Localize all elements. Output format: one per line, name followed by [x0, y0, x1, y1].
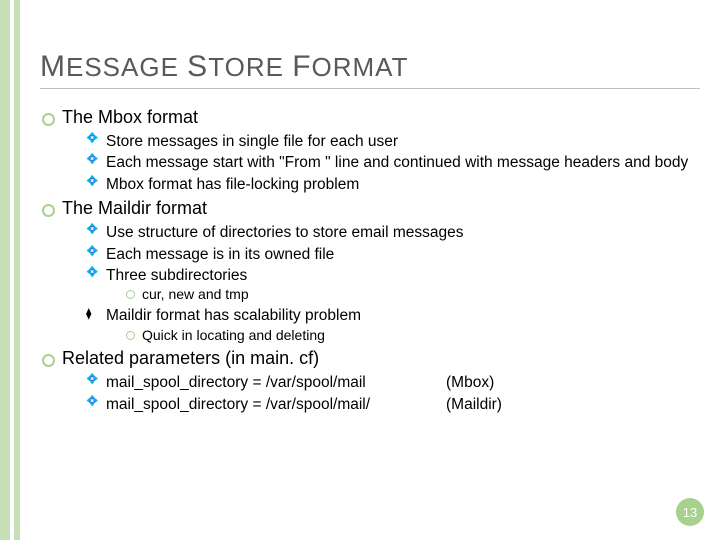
list-sub-item: cur, new and tmp — [126, 285, 700, 304]
section-heading: The Mbox format — [62, 107, 700, 128]
outline-list: The Mbox format Store messages in single… — [40, 107, 700, 414]
section-heading: The Maildir format — [62, 198, 700, 219]
list-item: Store messages in single file for each u… — [86, 132, 700, 151]
slide-content: MESSAGE STORE FORMAT The Mbox format Sto… — [40, 50, 700, 418]
list-item: mail_spool_directory = /var/spool/mail (… — [86, 373, 700, 392]
page-number-badge: 13 — [676, 498, 704, 526]
section-heading: Related parameters (in main. cf) — [62, 348, 700, 369]
list-sub-item: Quick in locating and deleting — [126, 326, 700, 345]
section-related: Related parameters (in main. cf) mail_sp… — [40, 348, 700, 414]
param-note: (Mbox) — [446, 373, 494, 392]
list-item: Use structure of directories to store em… — [86, 223, 700, 242]
param-path: mail_spool_directory = /var/spool/mail/ — [106, 395, 446, 414]
section-maildir: The Maildir format Use structure of dire… — [40, 198, 700, 344]
list-item: Each message start with "From " line and… — [86, 153, 700, 172]
slide-title: MESSAGE STORE FORMAT — [40, 50, 700, 89]
list-item: mail_spool_directory = /var/spool/mail/ … — [86, 395, 700, 414]
accent-stripe-2 — [14, 0, 20, 540]
accent-stripe-1 — [0, 0, 10, 540]
list-item: Three subdirectories cur, new and tmp — [86, 266, 700, 304]
list-item: Maildir format has scalability problem Q… — [86, 306, 700, 344]
list-item: Each message is in its owned file — [86, 245, 700, 264]
list-item: Mbox format has file-locking problem — [86, 175, 700, 194]
param-note: (Maildir) — [446, 395, 502, 414]
param-path: mail_spool_directory = /var/spool/mail — [106, 373, 446, 392]
section-mbox: The Mbox format Store messages in single… — [40, 107, 700, 194]
